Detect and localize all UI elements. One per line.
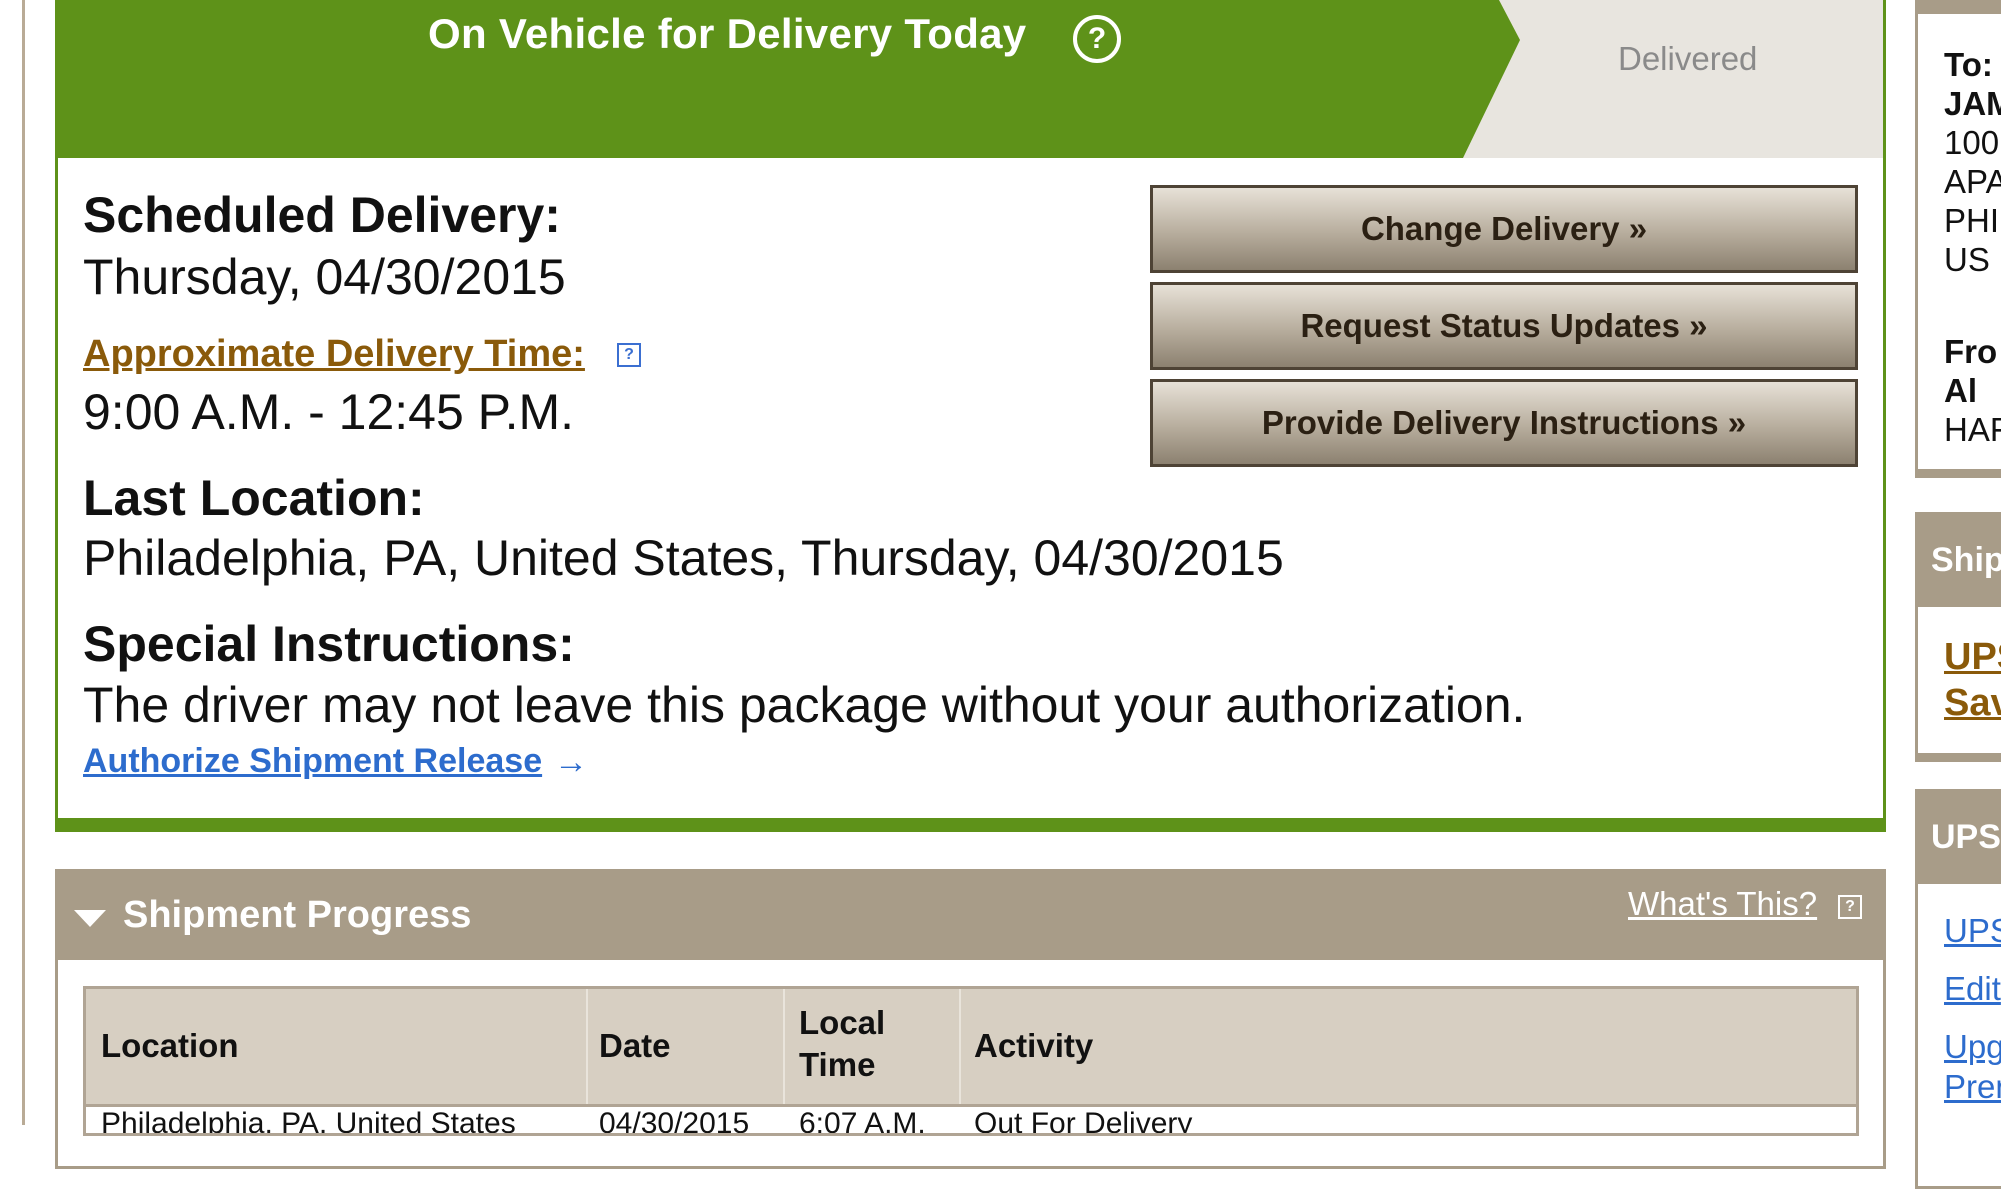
help-square-icon[interactable]: ? [617,343,641,367]
ship-to-line: APA [1944,163,2001,200]
sidebar-ship-link[interactable]: Sav [1944,682,2001,725]
authorize-shipment-release-link[interactable]: Authorize Shipment Release [83,742,542,781]
sidebar-top-bar [1918,0,2001,14]
special-instructions-label: Special Instructions: [83,616,575,672]
sidebar-ups-link[interactable]: UPS [1944,912,2001,950]
current-step-label: On Vehicle for Delivery Today [428,10,1027,57]
ship-to-line: 100 [1944,124,2000,161]
sidebar-ship-link[interactable]: UPS [1944,636,2001,679]
ship-from-label: Fro [1944,333,1998,370]
sidebar-ups-title: UPS [1931,818,2001,856]
shipment-progress-table: Location Date Local Time Activity Philad… [83,986,1859,1136]
shipment-progress-header[interactable]: Shipment Progress What's This? ? [58,872,1883,960]
row-cell-date: 04/30/2015 [599,1107,750,1136]
approximate-delivery-time-link[interactable]: Approximate Delivery Time: [83,333,585,376]
arrow-right-icon[interactable]: → [554,743,588,782]
scheduled-delivery-value: Thursday, 04/30/2015 [83,249,566,305]
ship-to-line: US [1944,241,1990,278]
column-header-location: Location [101,1027,239,1064]
page-left-rule [22,0,25,1125]
ship-to-line: PHI [1944,202,2000,239]
request-status-updates-button[interactable]: Request Status Updates » [1150,282,1858,370]
provide-delivery-instructions-button[interactable]: Provide Delivery Instructions » [1150,379,1858,467]
column-header-activity: Activity [974,1027,1094,1064]
help-square-icon[interactable]: ? [1838,895,1862,919]
sidebar-edit-link[interactable]: Edit [1944,970,2001,1008]
next-step-label: Delivered [1618,40,1758,77]
row-cell-local-time: 6:07 A.M. [799,1107,926,1136]
last-location-value: Philadelphia, PA, United States, Thursda… [83,530,1284,586]
whats-this-link[interactable]: What's This? [1628,885,1817,923]
collapse-triangle-icon[interactable] [74,910,106,927]
scheduled-delivery-label: Scheduled Delivery: [83,187,561,243]
column-header-local: Local [799,1004,886,1041]
approximate-delivery-time-value: 9:00 A.M. - 12:45 P.M. [83,384,575,440]
last-location-label: Last Location: [83,470,425,526]
ship-to-line: JAM [1944,85,2001,122]
row-cell-activity: Out For Delivery [974,1107,1193,1136]
tracking-progress-banner: On Vehicle for Delivery Today ? Delivere… [58,0,1883,158]
column-header-date: Date [599,1027,671,1064]
special-instructions-value: The driver may not leave this package wi… [83,677,1526,733]
ship-from-line: Al [1944,372,1977,409]
change-delivery-button[interactable]: Change Delivery » [1150,185,1858,273]
column-header-time: Time [799,1046,876,1083]
sidebar-ship-title: Ship [1931,541,2001,579]
ship-to-label: To: [1944,46,1993,83]
sidebar-upgrade-link[interactable]: Upg [1944,1028,2001,1066]
ship-from-line: HAF [1944,411,2001,448]
sidebar-premium-link[interactable]: Pren [1944,1068,2001,1106]
shipment-progress-title: Shipment Progress [123,894,472,936]
help-circle-icon[interactable]: ? [1073,15,1121,63]
row-cell-location: Philadelphia, PA, United States [101,1107,516,1136]
